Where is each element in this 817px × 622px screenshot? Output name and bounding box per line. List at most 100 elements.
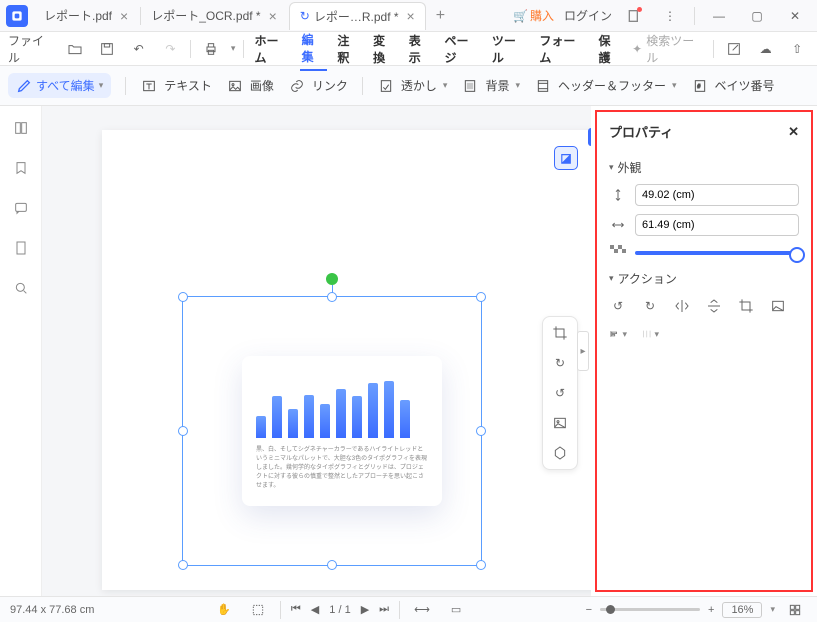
- thumbnails-icon[interactable]: [11, 118, 31, 138]
- dimensions-readout: 97.44 x 77.68 cm: [10, 604, 94, 616]
- menu-page[interactable]: ページ: [443, 28, 482, 70]
- tab-label: レポート_OCR.pdf *: [151, 7, 260, 24]
- fit-page-icon[interactable]: ▭: [444, 598, 468, 622]
- section-appearance[interactable]: 外観: [609, 159, 799, 176]
- maximize-button[interactable]: ▢: [743, 2, 771, 30]
- crop-icon[interactable]: [550, 323, 570, 343]
- file-menu[interactable]: ファイル: [8, 32, 55, 66]
- undo-icon[interactable]: ↶: [127, 37, 151, 61]
- background-tool[interactable]: 背景▾: [461, 77, 520, 95]
- tab-label: レポート.pdf: [44, 7, 112, 24]
- zoom-value[interactable]: 16%: [722, 602, 762, 618]
- menu-protect[interactable]: 保護: [596, 28, 624, 70]
- width-input[interactable]: [635, 214, 799, 236]
- menu-home[interactable]: ホーム: [252, 28, 291, 70]
- flip-vertical-icon[interactable]: [705, 297, 723, 315]
- more-icon[interactable]: ⋮: [656, 2, 684, 30]
- menu-edit[interactable]: 編集: [300, 27, 328, 71]
- handle-se[interactable]: [476, 560, 486, 570]
- page-indicator[interactable]: 1 / 1: [329, 604, 350, 616]
- select-tool-icon[interactable]: [246, 598, 270, 622]
- share-icon[interactable]: [722, 37, 746, 61]
- svg-text:#: #: [697, 84, 700, 90]
- extract-image-icon[interactable]: [769, 297, 787, 315]
- handle-w[interactable]: [178, 426, 188, 436]
- distribute-icon[interactable]: ▾: [641, 325, 659, 343]
- menu-form[interactable]: フォーム: [537, 28, 588, 70]
- last-page-icon[interactable]: ⏭: [379, 603, 389, 616]
- rotation-handle[interactable]: [326, 273, 338, 285]
- close-icon[interactable]: ×: [120, 8, 128, 24]
- handle-e[interactable]: [476, 426, 486, 436]
- edit-all-button[interactable]: すべて編集▾: [8, 73, 111, 98]
- zoom-slider[interactable]: [600, 608, 700, 611]
- menu-view[interactable]: 表示: [407, 28, 435, 70]
- link-tool[interactable]: リンク: [288, 77, 348, 95]
- header-footer-tool[interactable]: ヘッダー＆フッター▾: [534, 77, 677, 95]
- handle-nw[interactable]: [178, 292, 188, 302]
- print-icon[interactable]: [199, 37, 223, 61]
- search-tool[interactable]: ✦ 検索ツール: [632, 32, 705, 66]
- zoom-out-icon[interactable]: −: [586, 604, 592, 616]
- chevron-down-icon[interactable]: ▾: [231, 43, 236, 54]
- tab-2[interactable]: ↻レポー…R.pdf *×: [289, 2, 426, 30]
- tab-1[interactable]: レポート_OCR.pdf * ×: [141, 2, 287, 30]
- fit-width-icon[interactable]: ⟷: [410, 598, 434, 622]
- notification-icon[interactable]: [622, 4, 646, 28]
- settings-icon[interactable]: [550, 443, 570, 463]
- align-icon[interactable]: ▾: [609, 325, 627, 343]
- handle-n[interactable]: [327, 292, 337, 302]
- login-link[interactable]: ログイン: [564, 7, 612, 24]
- height-icon: [609, 186, 627, 204]
- menu-tools[interactable]: ツール: [490, 28, 530, 70]
- section-actions[interactable]: アクション: [609, 270, 799, 287]
- tab-0[interactable]: レポート.pdf ×: [34, 2, 138, 30]
- comment-icon[interactable]: [11, 198, 31, 218]
- image-tool[interactable]: 画像: [226, 77, 274, 95]
- opacity-icon: [609, 244, 627, 262]
- buy-link[interactable]: 🛒購入: [513, 7, 554, 24]
- cloud-icon[interactable]: ☁: [754, 37, 778, 61]
- hand-tool-icon[interactable]: ✋: [212, 598, 236, 622]
- selected-object[interactable]: 黒、白、そしてシグネチャーカラーであるハイライトレッドというミニマルなパレットで…: [242, 356, 442, 506]
- prev-page-icon[interactable]: ◀: [311, 603, 319, 616]
- text-tool[interactable]: テキスト: [140, 77, 212, 95]
- flip-horizontal-icon[interactable]: [673, 297, 691, 315]
- view-mode-icon[interactable]: [783, 598, 807, 622]
- menu-comment[interactable]: 注釈: [335, 28, 363, 70]
- open-icon[interactable]: [63, 37, 87, 61]
- object-icon[interactable]: ◪: [554, 146, 578, 170]
- height-input[interactable]: [635, 184, 799, 206]
- expand-panel-icon[interactable]: ▸: [577, 331, 589, 371]
- canvas[interactable]: ◪ 黒、白、そしてシグネチャーカラーであるハイライトレッドというミニマルなパレッ…: [42, 106, 591, 596]
- next-page-icon[interactable]: ▶: [361, 603, 369, 616]
- bates-tool[interactable]: #ベイツ番号: [691, 77, 775, 95]
- first-page-icon[interactable]: ⏮: [291, 603, 301, 616]
- attachment-icon[interactable]: [11, 238, 31, 258]
- crop-icon[interactable]: [737, 297, 755, 315]
- replace-image-icon[interactable]: [550, 413, 570, 433]
- handle-ne[interactable]: [476, 292, 486, 302]
- redo-icon[interactable]: ↷: [159, 37, 183, 61]
- upload-icon[interactable]: ⇧: [785, 37, 809, 61]
- rotate-left-icon[interactable]: ↺: [609, 297, 627, 315]
- watermark-tool[interactable]: 透かし▾: [377, 77, 448, 95]
- menu-convert[interactable]: 変換: [371, 28, 399, 70]
- minimize-button[interactable]: —: [705, 2, 733, 30]
- save-icon[interactable]: [95, 37, 119, 61]
- close-icon[interactable]: ✕: [788, 124, 799, 140]
- width-icon: [609, 216, 627, 234]
- opacity-slider[interactable]: [635, 251, 799, 255]
- rotate-right-icon[interactable]: ↻: [550, 353, 570, 373]
- close-icon[interactable]: ×: [269, 8, 277, 24]
- handle-sw[interactable]: [178, 560, 188, 570]
- handle-s[interactable]: [327, 560, 337, 570]
- zoom-in-icon[interactable]: +: [708, 604, 714, 616]
- rotate-left-icon[interactable]: ↺: [550, 383, 570, 403]
- close-icon[interactable]: ×: [407, 8, 415, 24]
- close-button[interactable]: ✕: [781, 2, 809, 30]
- rotate-right-icon[interactable]: ↻: [641, 297, 659, 315]
- search-icon[interactable]: [11, 278, 31, 298]
- new-tab-button[interactable]: +: [428, 7, 453, 25]
- bookmark-icon[interactable]: [11, 158, 31, 178]
